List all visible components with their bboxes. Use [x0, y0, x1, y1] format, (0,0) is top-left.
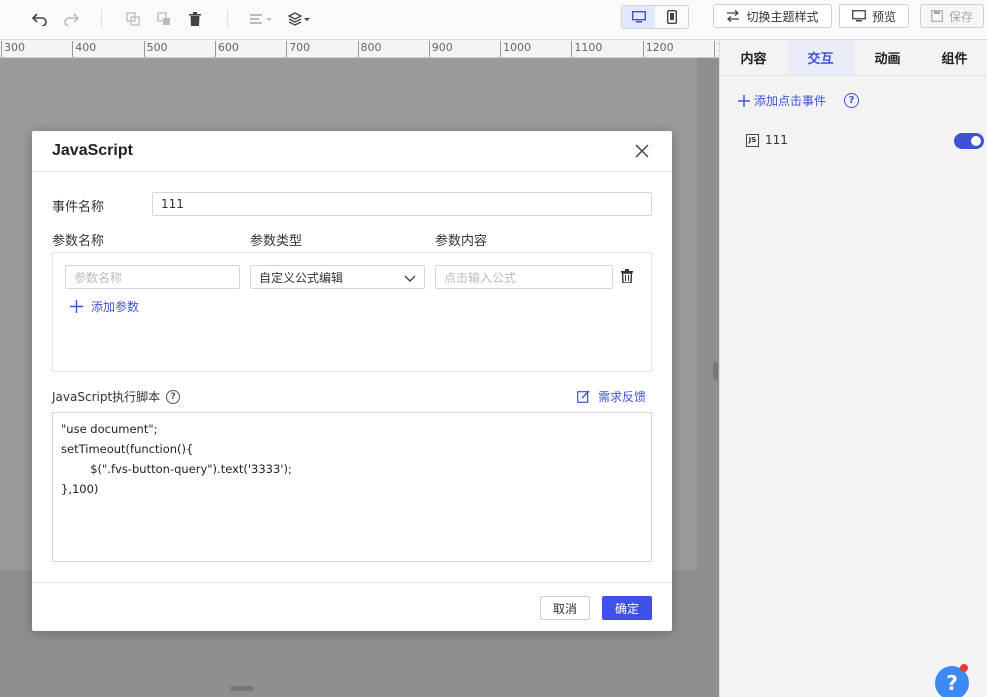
event-name-field[interactable]: 111: [152, 192, 652, 216]
param-type-header: 参数类型: [250, 234, 303, 249]
param-content-header: 参数内容: [435, 234, 488, 249]
cancel-button[interactable]: 取消: [540, 596, 590, 620]
param-type-value: 自定义公式编辑: [259, 270, 344, 285]
script-editor[interactable]: "use document"; setTimeout(function(){ $…: [52, 412, 652, 562]
script-label: JavaScript执行脚本: [52, 390, 161, 404]
param-type-select[interactable]: 自定义公式编辑: [250, 265, 425, 289]
question-icon[interactable]: ?: [166, 389, 181, 404]
add-param-button[interactable]: 添加参数: [70, 298, 139, 315]
dialog-footer: 取消 确定: [32, 582, 672, 631]
dialog-header: JavaScript: [32, 131, 672, 172]
confirm-button[interactable]: 确定: [602, 596, 652, 620]
param-content-input[interactable]: 点击输入公式: [435, 265, 613, 289]
javascript-dialog: JavaScript 事件名称 111 参数名称 参数类型 参数内容 参数名称 …: [32, 131, 672, 631]
plus-icon: [70, 300, 83, 313]
delete-param-icon[interactable]: [621, 269, 635, 284]
param-name-input[interactable]: 参数名称: [65, 265, 240, 289]
script-label-row: JavaScript执行脚本 ?: [52, 388, 181, 405]
close-icon[interactable]: [634, 143, 650, 159]
edit-icon: [577, 390, 590, 403]
feedback-label: 需求反馈: [598, 390, 647, 404]
dialog-title: JavaScript: [52, 142, 133, 159]
add-param-label: 添加参数: [91, 300, 140, 314]
chevron-down-icon: [404, 275, 416, 282]
feedback-link[interactable]: 需求反馈: [577, 388, 646, 405]
param-name-header: 参数名称: [52, 234, 105, 249]
event-name-label: 事件名称: [52, 200, 105, 215]
